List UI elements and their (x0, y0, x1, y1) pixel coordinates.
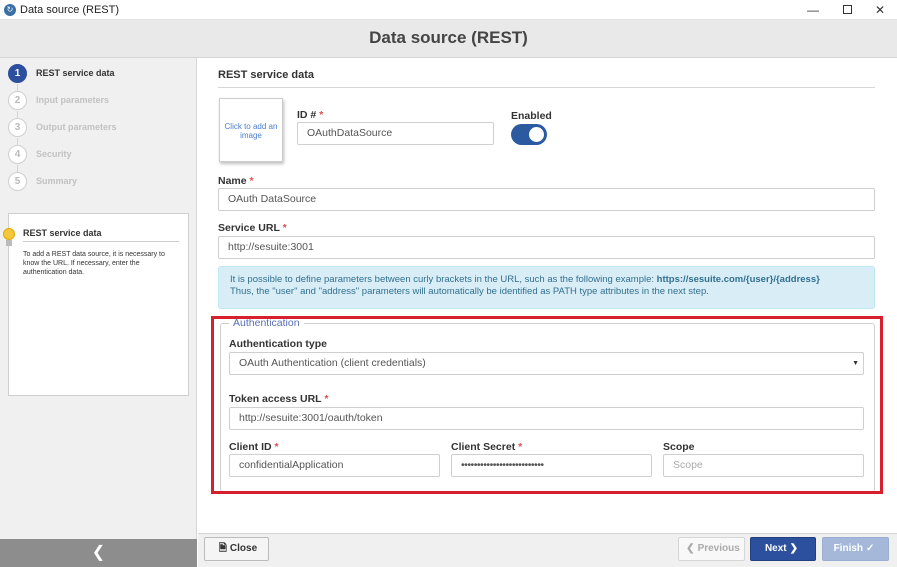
info-example-url: https://sesuite.com/{user}/{address} (656, 274, 820, 285)
required-asterisk: * (249, 175, 254, 187)
enabled-toggle[interactable] (511, 124, 547, 145)
finish-button[interactable]: Finish ✓ (822, 537, 889, 561)
collapse-sidebar-button[interactable]: ❮ (0, 539, 197, 567)
image-upload-box[interactable]: Click to add an image (219, 98, 283, 162)
required-asterisk: * (282, 222, 287, 234)
step-number: 3 (8, 118, 27, 137)
previous-button[interactable]: ❮ Previous (678, 537, 745, 561)
info-text-2: Thus, the "user" and "address" parameter… (230, 286, 709, 297)
close-window-button[interactable]: ✕ (863, 0, 897, 20)
step-label: Input parameters (36, 95, 110, 105)
info-alert: It is possible to define parameters betw… (218, 266, 875, 309)
toggle-knob (529, 127, 544, 142)
id-label: ID # * (297, 109, 324, 121)
info-text: It is possible to define parameters betw… (230, 274, 657, 285)
maximize-icon (842, 5, 852, 15)
help-panel: REST service data To add a REST data sou… (8, 213, 189, 396)
close-icon: 🗎 (218, 543, 227, 554)
step-number: 1 (8, 64, 27, 83)
step-label: Output parameters (36, 122, 117, 132)
highlight-frame (211, 316, 883, 494)
maximize-button[interactable] (830, 0, 864, 20)
help-divider (23, 241, 179, 242)
step-label: Summary (36, 176, 78, 186)
dialog-title: Data source (REST) (369, 28, 528, 47)
section-divider (218, 87, 875, 88)
window-title: Data source (REST) (20, 4, 120, 16)
window-titlebar: ↻ Data source (REST) — ✕ (0, 0, 897, 20)
name-input[interactable]: OAuth DataSource (218, 188, 875, 211)
next-button[interactable]: Next ❯ (750, 537, 816, 561)
main-panel: REST service data Click to add an image … (198, 58, 897, 533)
step-label: REST service data (36, 68, 115, 78)
check-icon: ✓ (866, 543, 875, 554)
step-number: 5 (8, 172, 27, 191)
service-url-input[interactable]: http://sesuite:3001 (218, 236, 875, 259)
minimize-button[interactable]: — (796, 0, 830, 20)
dialog-header: Data source (REST) (0, 20, 897, 58)
step-number: 2 (8, 91, 27, 110)
help-title: REST service data (23, 228, 102, 238)
wizard-sidebar: 1 REST service data 2 Input parameters 3… (0, 58, 197, 567)
required-asterisk: * (319, 109, 324, 121)
dialog-footer: 🗎 Close ❮ Previous Next ❯ Finish ✓ (198, 533, 897, 567)
step-label: Security (36, 149, 72, 159)
chevron-right-icon: ❯ (789, 543, 799, 554)
lightbulb-icon (1, 228, 17, 252)
close-button[interactable]: 🗎 Close (204, 537, 269, 561)
id-input[interactable]: OAuthDataSource (297, 122, 494, 145)
step-number: 4 (8, 145, 27, 164)
help-text: To add a REST data source, it is necessa… (23, 251, 165, 276)
chevron-left-icon: ❮ (686, 543, 695, 554)
section-title: REST service data (218, 69, 314, 81)
name-label: Name * (218, 175, 254, 187)
service-url-label: Service URL * (218, 222, 287, 234)
app-icon: ↻ (4, 4, 16, 16)
enabled-label: Enabled (511, 110, 552, 122)
